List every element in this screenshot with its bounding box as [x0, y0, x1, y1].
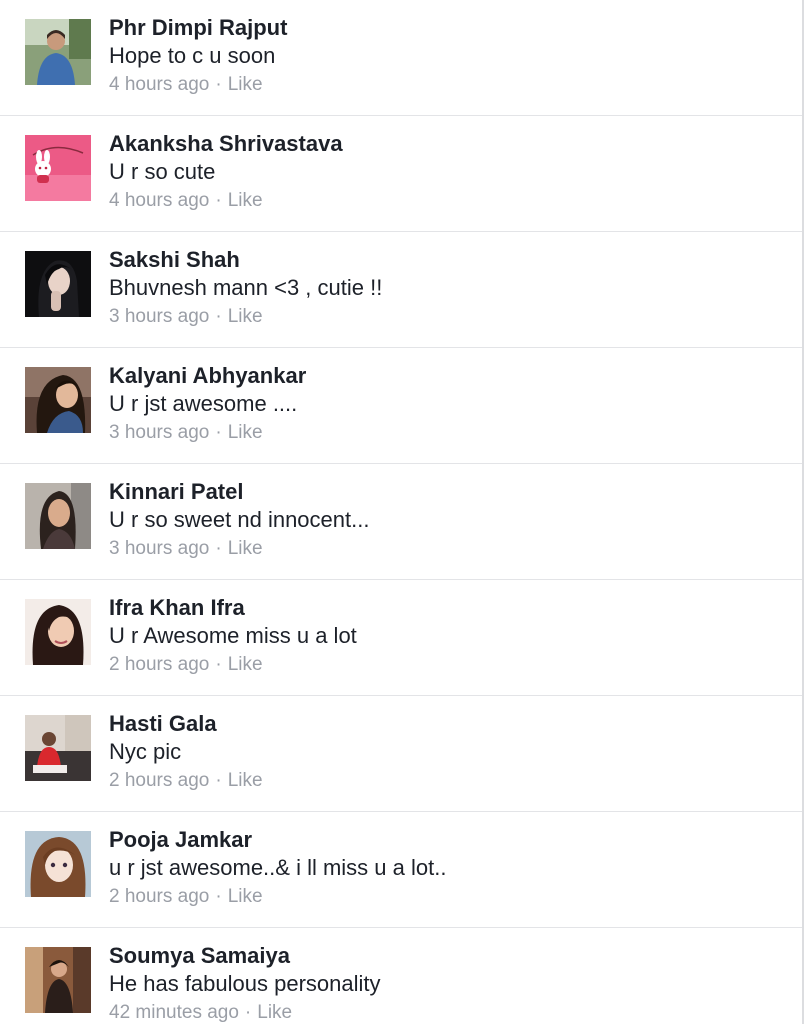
avatar[interactable]	[25, 19, 91, 85]
avatar[interactable]	[25, 483, 91, 549]
profile-photo-icon	[25, 483, 91, 549]
comment-item: Sakshi Shah Bhuvnesh mann <3 , cutie !! …	[0, 232, 804, 348]
comment-text: Bhuvnesh mann <3 , cutie !!	[109, 275, 383, 300]
profile-photo-icon	[25, 831, 91, 897]
comment-item: Pooja Jamkar u r jst awesome..& i ll mis…	[0, 812, 804, 928]
like-link[interactable]: Like	[228, 306, 263, 327]
comment-meta: 3 hours ago · Like	[109, 304, 784, 330]
meta-separator: ·	[215, 74, 222, 95]
comment-timestamp: 42 minutes ago	[109, 1002, 239, 1023]
comment-meta: 2 hours ago · Like	[109, 652, 784, 678]
comment-author[interactable]: Ifra Khan Ifra	[109, 594, 784, 622]
avatar[interactable]	[25, 367, 91, 433]
avatar[interactable]	[25, 715, 91, 781]
meta-separator: ·	[215, 654, 222, 675]
comment-text: He has fabulous personality	[109, 971, 381, 996]
comment-timestamp: 3 hours ago	[109, 422, 210, 443]
comment-meta: 3 hours ago · Like	[109, 420, 784, 446]
comment-timestamp: 3 hours ago	[109, 538, 210, 559]
avatar[interactable]	[25, 251, 91, 317]
profile-photo-icon	[25, 251, 91, 317]
comment-item: Kalyani Abhyankar U r jst awesome .... 3…	[0, 348, 804, 464]
comment-text: U r Awesome miss u a lot	[109, 623, 357, 648]
profile-photo-icon	[25, 947, 91, 1013]
like-link[interactable]: Like	[228, 74, 263, 95]
like-link[interactable]: Like	[228, 190, 263, 211]
comment-text: U r so cute	[109, 159, 216, 184]
like-link[interactable]: Like	[228, 654, 263, 675]
comment-timestamp: 3 hours ago	[109, 306, 210, 327]
comment-text: Hope to c u soon	[109, 43, 276, 68]
like-link[interactable]: Like	[228, 770, 263, 791]
comment-author[interactable]: Soumya Samaiya	[109, 942, 784, 970]
avatar[interactable]	[25, 947, 91, 1013]
avatar[interactable]	[25, 599, 91, 665]
profile-photo-icon	[25, 715, 91, 781]
meta-separator: ·	[215, 538, 222, 559]
comment-timestamp: 4 hours ago	[109, 190, 210, 211]
comment-text: U r jst awesome ....	[109, 391, 298, 416]
meta-separator: ·	[215, 886, 222, 907]
meta-separator: ·	[215, 770, 222, 791]
comment-meta: 42 minutes ago · Like	[109, 1000, 784, 1024]
comment-author[interactable]: Hasti Gala	[109, 710, 784, 738]
comment-author[interactable]: Akanksha Shrivastava	[109, 130, 784, 158]
comment-author[interactable]: Sakshi Shah	[109, 246, 784, 274]
meta-separator: ·	[215, 190, 222, 211]
like-link[interactable]: Like	[228, 538, 263, 559]
comment-timestamp: 2 hours ago	[109, 654, 210, 675]
profile-photo-icon	[25, 135, 91, 201]
comment-timestamp: 2 hours ago	[109, 886, 210, 907]
comment-text: u r jst awesome..& i ll miss u a lot..	[109, 855, 447, 880]
profile-photo-icon	[25, 367, 91, 433]
like-link[interactable]: Like	[228, 422, 263, 443]
comment-author[interactable]: Kalyani Abhyankar	[109, 362, 784, 390]
avatar[interactable]	[25, 135, 91, 201]
profile-photo-icon	[25, 599, 91, 665]
meta-separator: ·	[215, 422, 222, 443]
comment-item: Akanksha Shrivastava U r so cute 4 hours…	[0, 116, 804, 232]
like-link[interactable]: Like	[228, 886, 263, 907]
comment-list: Phr Dimpi Rajput Hope to c u soon 4 hour…	[0, 0, 804, 1024]
comment-item: Soumya Samaiya He has fabulous personali…	[0, 928, 804, 1024]
like-link[interactable]: Like	[257, 1002, 292, 1023]
comment-author[interactable]: Kinnari Patel	[109, 478, 784, 506]
comment-item: Phr Dimpi Rajput Hope to c u soon 4 hour…	[0, 0, 804, 116]
meta-separator: ·	[244, 1002, 252, 1023]
profile-photo-icon	[25, 19, 91, 85]
comment-meta: 3 hours ago · Like	[109, 536, 784, 562]
meta-separator: ·	[215, 306, 222, 327]
comment-meta: 4 hours ago · Like	[109, 188, 784, 214]
comment-author[interactable]: Pooja Jamkar	[109, 826, 784, 854]
comment-text: U r so sweet nd innocent...	[109, 507, 370, 532]
comment-timestamp: 4 hours ago	[109, 74, 210, 95]
comment-timestamp: 2 hours ago	[109, 770, 210, 791]
comment-item: Ifra Khan Ifra U r Awesome miss u a lot …	[0, 580, 804, 696]
comment-meta: 2 hours ago · Like	[109, 768, 784, 794]
comment-meta: 4 hours ago · Like	[109, 72, 784, 98]
avatar[interactable]	[25, 831, 91, 897]
comment-author[interactable]: Phr Dimpi Rajput	[109, 14, 784, 42]
comment-text: Nyc pic	[109, 739, 182, 764]
comment-item: Hasti Gala Nyc pic 2 hours ago · Like	[0, 696, 804, 812]
comment-item: Kinnari Patel U r so sweet nd innocent..…	[0, 464, 804, 580]
comment-meta: 2 hours ago · Like	[109, 884, 784, 910]
